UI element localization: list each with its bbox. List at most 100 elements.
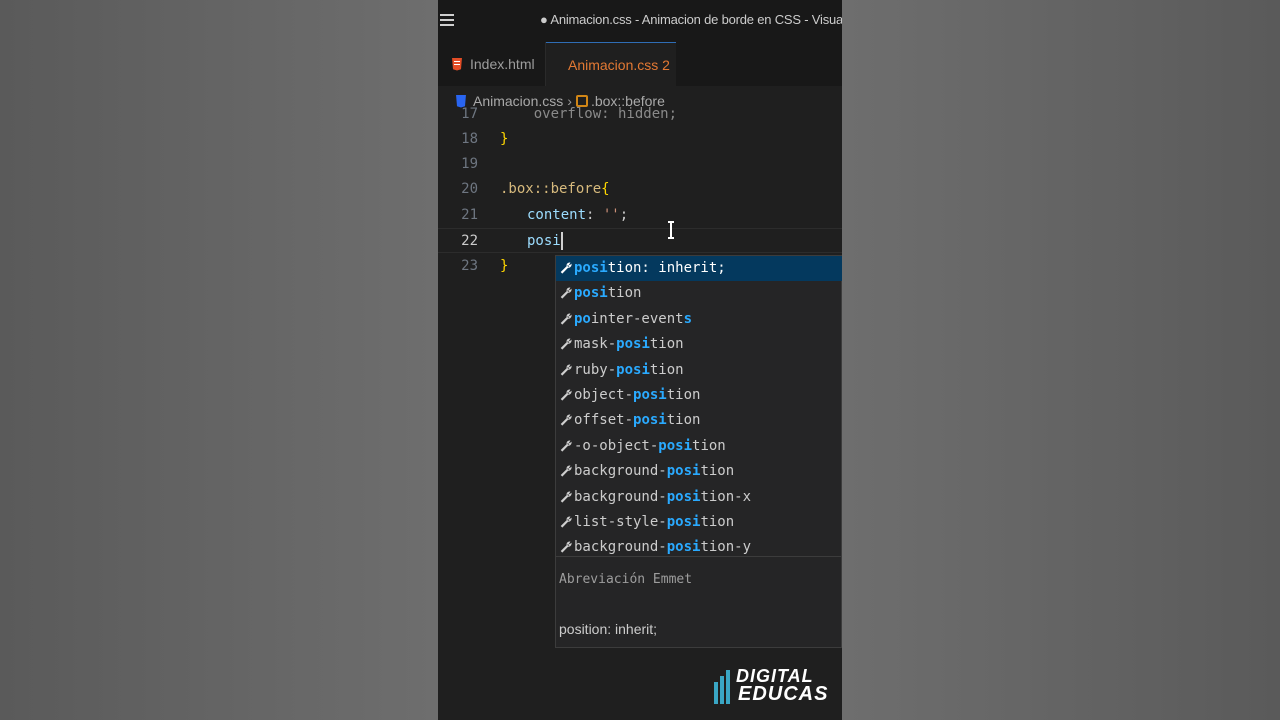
line-number: 20 [461, 181, 478, 197]
suggestion-match: posi [633, 387, 667, 403]
current-line: 22 posi [438, 228, 842, 253]
suggestion-pre: ruby- [574, 361, 617, 378]
suggestion-label: background-position [574, 459, 734, 484]
suggestion-rest: tion: inherit; [607, 260, 726, 276]
suggestion-item[interactable]: position: inherit; [556, 256, 842, 281]
suggestion-rest: tion-y [700, 539, 752, 556]
css-value: '' [602, 207, 620, 223]
suggestion-item[interactable]: offset-position [556, 408, 842, 433]
suggestion-rest: tion [692, 437, 726, 454]
css-selector: .box::before [500, 181, 602, 197]
suggestion-pre: offset- [574, 412, 634, 429]
suggestion-pre: background- [574, 488, 667, 505]
html5-file-icon [452, 57, 462, 71]
suggestion-pre: object- [574, 387, 634, 403]
backdrop-left [0, 0, 438, 720]
suggestion-item[interactable]: object-position [556, 383, 842, 408]
suggestion-label: position [574, 281, 641, 306]
css-property: content [527, 207, 587, 223]
suggestion-rest: tion [649, 336, 684, 353]
line-number: 18 [461, 131, 478, 147]
suggestion-label: list-style-position [574, 510, 734, 535]
hamburger-menu-icon[interactable] [440, 13, 454, 27]
suggestion-rest: tion [700, 463, 735, 480]
suggestion-match: posi [666, 488, 701, 505]
code-line: 17 overflow: hidden; [438, 102, 842, 127]
line-content: posi [527, 229, 563, 254]
suggestion-match: posi [633, 412, 667, 429]
tab-animacion-css[interactable]: Animacion.css 2 [546, 42, 676, 87]
suggestion-item[interactable]: pointer-events [556, 307, 842, 332]
code-line: 18 } [438, 127, 842, 152]
suggestion-label: object-position [574, 383, 700, 408]
wrench-icon [560, 338, 572, 350]
suggestion-rest: tion [700, 514, 735, 530]
colon: : [586, 207, 603, 223]
suggestion-match: posi [658, 437, 693, 454]
wrench-icon [560, 389, 572, 401]
suggestion-label: -o-object-position [574, 434, 726, 459]
suggestion-detail-body: position: inherit; [559, 621, 658, 637]
suggestion-rest: tion-x [700, 488, 752, 505]
backdrop-right [842, 0, 1280, 720]
suggestion-item[interactable]: background-position [556, 459, 842, 484]
suggestion-item[interactable]: -o-object-position [556, 434, 842, 459]
suggestion-tail: s [683, 310, 693, 327]
wrench-icon [560, 313, 572, 325]
title-bar: ● Animacion.css - Animacion de borde en … [438, 0, 842, 42]
suggestion-match: posi [666, 463, 701, 480]
closing-brace: } [500, 131, 509, 147]
suggestion-match: po [574, 310, 591, 327]
suggestion-label: position: inherit; [574, 256, 726, 281]
detail-divider [556, 556, 842, 557]
suggestion-match: posi [616, 361, 650, 378]
line-content: content: ''; [527, 203, 628, 228]
suggestion-match: posi [666, 539, 701, 556]
suggestion-item[interactable]: ruby-position [556, 358, 842, 383]
suggestion-rest: inter-event [590, 310, 684, 327]
opening-brace: { [601, 181, 610, 197]
suggestion-rest: tion [649, 361, 684, 378]
line-number: 19 [461, 156, 478, 172]
suggestion-label: background-position-x [574, 485, 751, 510]
suggestion-item[interactable]: position [556, 281, 842, 306]
suggestion-rest: tion [666, 387, 701, 403]
wrench-icon [560, 440, 572, 452]
suggestion-match: posi [574, 285, 608, 302]
suggestion-item[interactable]: background-position-x [556, 485, 842, 510]
wrench-icon [560, 364, 572, 376]
suggestion-pre: mask- [574, 336, 617, 353]
line-number: 21 [461, 207, 478, 223]
window-title: ● Animacion.css - Animacion de borde en … [540, 12, 842, 27]
wrench-icon [560, 262, 572, 274]
suggestion-label: offset-position [574, 408, 700, 433]
suggestion-match: posi [574, 260, 608, 276]
wrench-icon [560, 287, 572, 299]
autocomplete-suggestions: position: inherit; position pointer-events… [555, 255, 842, 648]
typed-text: posi [527, 233, 561, 249]
text-cursor [560, 232, 563, 250]
editor-tabs: Index.html Animacion.css 2 [438, 42, 842, 87]
line-number: 23 [461, 258, 478, 274]
suggestion-detail-title: Abreviación Emmet [559, 572, 693, 587]
semicolon: ; [619, 207, 629, 223]
suggestion-label: mask-position [574, 332, 684, 357]
suggestion-pre: background- [574, 539, 667, 556]
tab-index-html[interactable]: Index.html [438, 42, 546, 86]
suggestion-match: posi [616, 336, 650, 353]
suggestion-item[interactable]: list-style-position [556, 510, 842, 535]
suggestion-label: ruby-position [574, 358, 684, 383]
line-number: 22 [461, 233, 478, 249]
mouse-ibeam-cursor-icon [668, 221, 674, 239]
wrench-icon [560, 414, 572, 426]
suggestion-label: pointer-events [574, 307, 692, 332]
code-line: 21 content: ''; [438, 203, 842, 228]
suggestion-match: posi [666, 514, 701, 530]
suggestion-pre: list-style- [574, 514, 667, 530]
wrench-icon [560, 491, 572, 503]
suggestion-pre: -o-object- [574, 437, 659, 454]
suggestion-pre: background- [574, 463, 667, 480]
tab-label: Animacion.css 2 [568, 57, 670, 73]
suggestion-item[interactable]: mask-position [556, 332, 842, 357]
closing-brace: } [500, 258, 509, 274]
